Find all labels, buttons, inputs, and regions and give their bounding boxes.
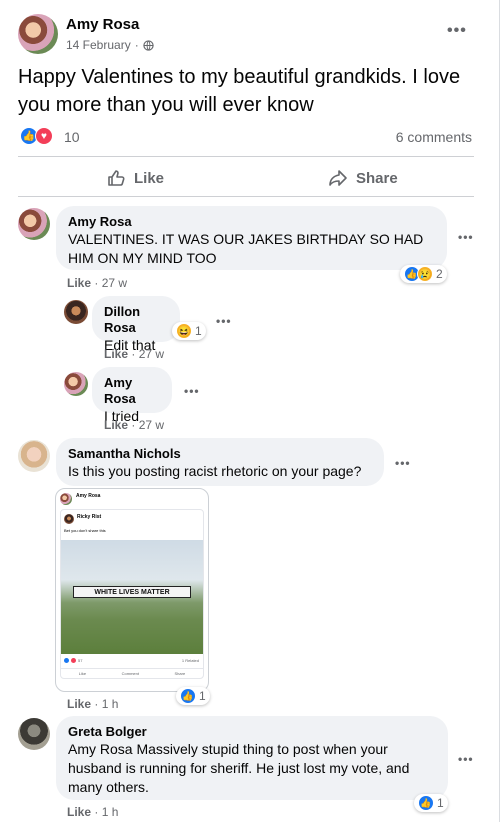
comment-options-button[interactable]: ••• — [184, 384, 200, 398]
love-reaction-icon: ♥ — [35, 127, 53, 145]
comment-bubble: Amy Rosa I tried — [92, 367, 172, 424]
comment-time[interactable]: 27 w — [102, 276, 127, 290]
comment-author[interactable]: Dillon Rosa — [104, 304, 168, 336]
comment-author[interactable]: Greta Bolger — [68, 724, 436, 740]
comment-like-link[interactable]: Like — [104, 347, 128, 361]
reaction-count: 1 — [437, 796, 444, 810]
comment-bubble: Samantha Nichols Is this you posting rac… — [56, 438, 384, 486]
commenter-avatar[interactable] — [18, 440, 50, 472]
comment-author[interactable]: Amy Rosa — [68, 214, 435, 230]
sad-reaction-icon: 😢 — [417, 266, 433, 282]
like-button[interactable]: Like — [106, 168, 164, 188]
image-reactions: 57 — [64, 658, 82, 663]
reaction-count: 2 — [436, 267, 443, 281]
comment-like-link[interactable]: Like — [67, 276, 91, 290]
like-reaction-icon: 👍 — [418, 795, 434, 811]
share-label: Share — [356, 169, 398, 187]
comment-author[interactable]: Amy Rosa — [104, 375, 160, 407]
comment-bubble: Dillon Rosa Edit that — [92, 296, 180, 353]
globe-icon — [143, 39, 154, 51]
image-avatar — [60, 493, 72, 505]
image-inner-text: Bet you don't share this — [64, 528, 106, 533]
like-label: Like — [134, 169, 165, 187]
meta-separator: · — [134, 38, 139, 52]
comment-like-link[interactable]: Like — [104, 418, 128, 432]
comment-time[interactable]: 27 w — [139, 347, 164, 361]
author-avatar[interactable] — [18, 14, 58, 54]
image-comment: Comment — [121, 671, 139, 676]
reaction-count: 1 — [199, 689, 206, 703]
like-reaction-icon: 👍 — [180, 688, 196, 704]
comment-bubble: Amy Rosa VALENTINES. IT WAS OUR JAKES BI… — [56, 206, 447, 270]
comment-reactions[interactable]: 👍 1 — [414, 794, 448, 812]
comment-options-button[interactable]: ••• — [395, 456, 411, 470]
image-count: 57 — [78, 658, 83, 663]
comment-meta: Like · 27 w — [67, 276, 128, 290]
comments-count[interactable]: 6 comments — [396, 129, 472, 145]
comment-meta: Like · 1 h — [67, 805, 119, 819]
image-like: Like — [78, 671, 87, 676]
haha-reaction-icon: 😆 — [176, 323, 192, 339]
comment-options-button[interactable]: ••• — [216, 314, 232, 328]
comment-meta: Like · 27 w — [104, 347, 165, 361]
comment-text: VALENTINES. IT WAS OUR JAKES BIRTHDAY SO… — [68, 231, 424, 266]
comment-text: Is this you posting racist rhetoric on y… — [68, 463, 362, 479]
image-banner: WHITE LIVES MATTER — [73, 586, 191, 598]
image-shared: 1 Related — [181, 658, 199, 663]
image-inner-post: Ricky Rist Bet you don't share this WHIT… — [60, 509, 204, 679]
comment-reactions[interactable]: 👍 1 — [176, 687, 210, 705]
comment-options-button[interactable]: ••• — [458, 230, 474, 244]
share-arrow-icon — [329, 170, 347, 186]
comment-like-link[interactable]: Like — [67, 697, 91, 711]
image-photo: WHITE LIVES MATTER — [61, 540, 203, 654]
comment-options-button[interactable]: ••• — [458, 752, 474, 766]
commenter-avatar[interactable] — [18, 208, 50, 240]
commenter-avatar[interactable] — [64, 372, 88, 396]
commenter-avatar[interactable] — [64, 300, 88, 324]
comment-text: Amy Rosa Massively stupid thing to post … — [68, 741, 410, 795]
comment-bubble: Greta Bolger Amy Rosa Massively stupid t… — [56, 716, 448, 800]
commenter-avatar[interactable] — [18, 718, 50, 750]
comment-time[interactable]: 1 h — [102, 805, 119, 819]
image-share: Share — [174, 671, 186, 676]
image-author: Amy Rosa — [76, 493, 101, 499]
comment-reactions[interactable]: 😆 1 — [172, 322, 206, 340]
post-card: Amy Rosa 14 February · ••• Happy Valenti… — [0, 0, 500, 822]
share-button[interactable]: Share — [328, 168, 398, 188]
reaction-count: 1 — [195, 324, 202, 338]
post-reaction-icons[interactable]: 👍 ♥ — [20, 127, 53, 145]
comment-author[interactable]: Samantha Nichols — [68, 446, 372, 462]
image-inner-avatar — [64, 514, 74, 524]
comment-like-link[interactable]: Like — [67, 805, 91, 819]
post-author[interactable]: Amy Rosa — [66, 16, 139, 33]
divider — [18, 196, 474, 197]
image-banner-text: WHITE LIVES MATTER — [94, 588, 170, 596]
comment-attached-image[interactable]: Amy Rosa Ricky Rist Bet you don't share … — [55, 488, 209, 692]
post-meta: 14 February · — [66, 38, 154, 52]
comment-reactions[interactable]: 👍 😢 2 — [400, 265, 447, 283]
divider — [18, 156, 474, 157]
post-date[interactable]: 14 February — [66, 38, 131, 52]
reaction-count[interactable]: 10 — [64, 129, 80, 145]
image-actions: Like Comment Share — [61, 668, 203, 676]
comment-time[interactable]: 1 h — [102, 697, 119, 711]
comment-meta: Like · 27 w — [104, 418, 165, 432]
comment-time[interactable]: 27 w — [139, 418, 164, 432]
comment-meta: Like · 1 h — [67, 697, 119, 711]
post-text: Happy Valentines to my beautiful grandki… — [18, 66, 461, 116]
thumbs-up-icon — [108, 170, 125, 186]
image-inner-author: Ricky Rist — [77, 514, 102, 520]
post-options-button[interactable]: ••• — [447, 22, 467, 40]
